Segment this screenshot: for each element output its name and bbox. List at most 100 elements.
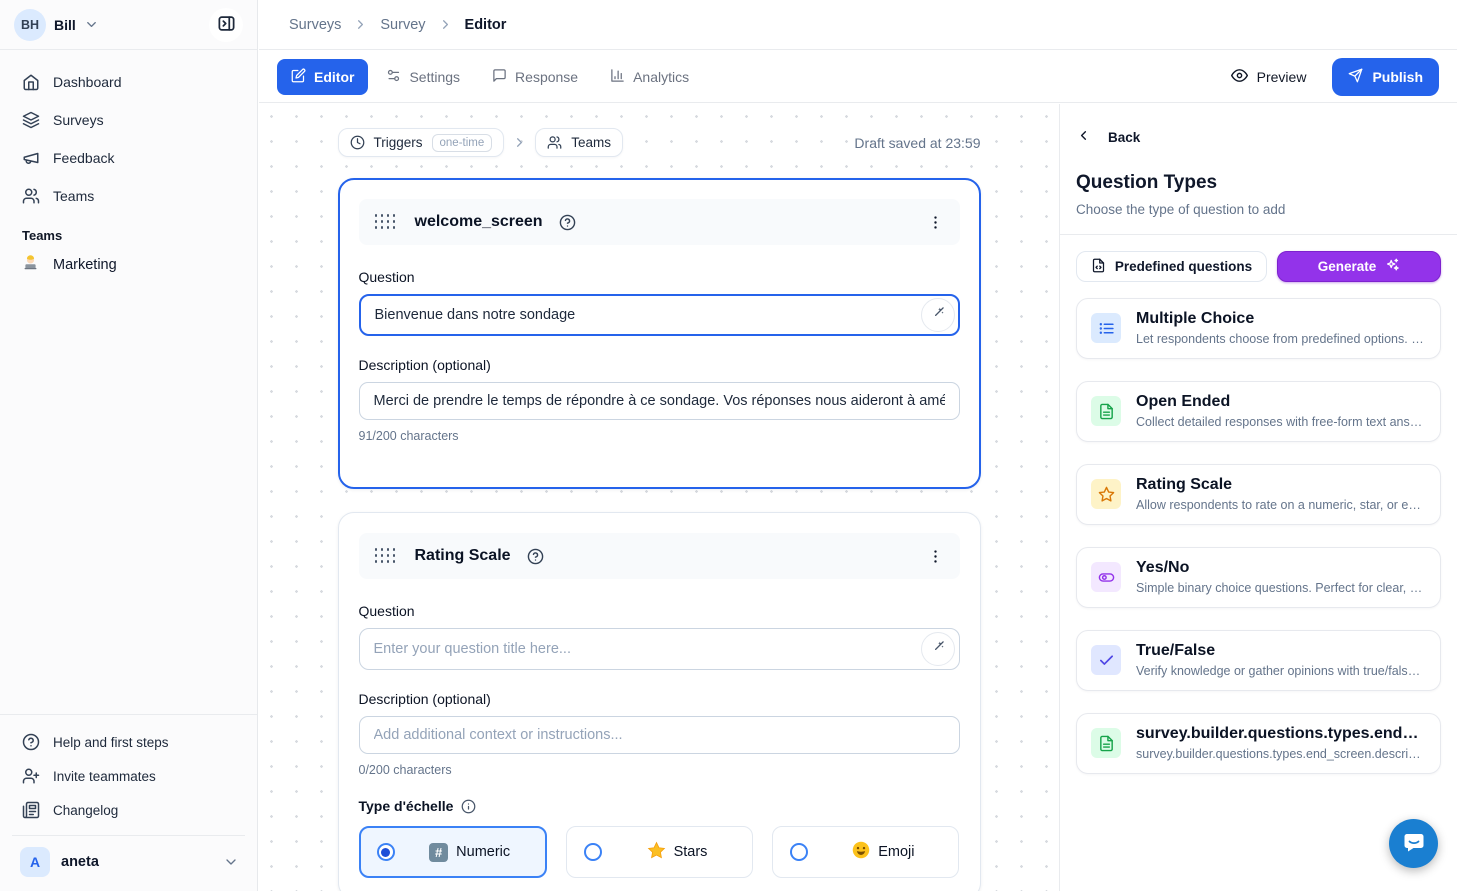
panel-title: Question Types [1076,172,1441,194]
toggle-icon [1091,562,1121,592]
survey-canvas: Triggers one-time Teams Draft saved at 2… [259,104,1059,891]
question-title-input[interactable] [359,294,960,336]
sidebar-item-feedback[interactable]: Feedback [12,142,245,174]
question-label: Question [359,269,960,285]
ai-rewrite-button[interactable] [921,632,955,666]
sidebar-item-surveys[interactable]: Surveys [12,104,245,136]
megaphone-icon [22,149,40,167]
tab-label: Settings [409,69,460,85]
panel-collapse-icon [217,14,236,36]
question-type-rating-scale[interactable]: Rating Scale Allow respondents to rate o… [1076,464,1441,525]
breadcrumb: Surveys Survey Editor [259,0,1457,50]
description-label: Description (optional) [359,691,960,707]
sidebar-item-teams[interactable]: Teams [12,180,245,212]
scale-option-emoji[interactable]: Emoji [772,826,959,878]
help-circle-icon[interactable] [527,548,544,565]
question-type-multiple-choice[interactable]: Multiple Choice Let respondents choose f… [1076,298,1441,359]
sidebar-item-changelog[interactable]: Changelog [12,793,245,827]
question-type-yes-no[interactable]: Yes/No Simple binary choice questions. P… [1076,547,1441,608]
type-name: Rating Scale [1136,476,1426,494]
card-title: welcome_screen [415,213,543,231]
pencil-icon [291,68,306,86]
chat-launcher-button[interactable] [1389,819,1438,868]
layers-icon [22,111,40,129]
triggers-pill[interactable]: Triggers one-time [338,128,505,157]
type-description: Allow respondents to rate on a numeric, … [1136,498,1426,512]
radio-selected[interactable] [377,843,395,861]
file-code-icon [1091,258,1106,276]
breadcrumb-survey[interactable]: Survey [380,17,425,33]
user-menu[interactable]: A aneta [12,835,245,881]
star-emoji [647,841,666,864]
scale-option-label: Numeric [456,844,510,860]
breadcrumb-editor: Editor [465,17,507,33]
ai-rewrite-button[interactable] [921,298,955,332]
workspace-switcher[interactable]: BH Bill [14,9,99,41]
user-avatar: A [20,847,50,877]
drag-handle-icon[interactable] [373,546,399,566]
workspace-avatar: BH [14,9,46,41]
tab-response[interactable]: Response [478,59,592,95]
question-label: Question [359,603,960,619]
radio-unselected[interactable] [790,843,808,861]
scale-option-numeric[interactable]: # Numeric [359,826,547,878]
help-circle-icon[interactable] [559,214,576,231]
generate-button[interactable]: Generate [1277,251,1441,282]
question-card-rating-scale[interactable]: Rating Scale Question Description (optio… [338,512,981,891]
teams-pill[interactable]: Teams [535,128,623,157]
back-button[interactable]: Back [1076,122,1140,152]
sidebar-item-help[interactable]: Help and first steps [12,725,245,759]
type-name: Multiple Choice [1136,310,1426,328]
tab-analytics[interactable]: Analytics [596,59,703,95]
file-text-icon [1091,396,1121,426]
newspaper-icon [22,801,40,819]
tab-editor[interactable]: Editor [277,59,368,95]
publish-button[interactable]: Publish [1332,58,1439,96]
team-label: Marketing [53,257,117,273]
question-type-end-screen[interactable]: survey.builder.questions.types.end_scr..… [1076,713,1441,774]
trigger-type-badge: one-time [432,134,493,152]
scale-option-stars[interactable]: Stars [566,826,753,878]
workspace-name: Bill [54,17,76,33]
scale-type-label: Type d'échelle [359,798,454,814]
char-count: 91/200 characters [359,429,960,443]
tab-settings[interactable]: Settings [372,59,474,95]
question-card-welcome-screen[interactable]: welcome_screen Question Description (opt… [338,178,981,489]
sidebar-item-label: Dashboard [53,74,122,90]
drag-handle-icon[interactable] [373,212,399,232]
preview-label: Preview [1257,69,1307,85]
breadcrumb-surveys[interactable]: Surveys [289,17,341,33]
generate-label: Generate [1318,259,1377,274]
card-menu-icon[interactable] [925,546,946,567]
type-description: Collect detailed responses with free-for… [1136,415,1426,429]
radio-unselected[interactable] [584,843,602,861]
sidebar-item-dashboard[interactable]: Dashboard [12,66,245,98]
predefined-questions-button[interactable]: Predefined questions [1076,251,1267,282]
description-input[interactable] [359,716,960,754]
collapse-sidebar-button[interactable] [209,8,243,42]
sidebar-item-label: Teams [53,188,94,204]
list-icon [1091,313,1121,343]
footer-item-label: Help and first steps [53,735,169,750]
chevron-down-icon [223,854,239,870]
card-menu-icon[interactable] [925,212,946,233]
description-input[interactable] [359,382,960,420]
preview-button[interactable]: Preview [1225,66,1313,88]
type-name: Open Ended [1136,393,1426,411]
sidebar-item-invite[interactable]: Invite teammates [12,759,245,793]
predefined-label: Predefined questions [1115,259,1252,274]
footer-item-label: Invite teammates [53,769,156,784]
settings-icon [386,68,401,86]
question-type-true-false[interactable]: True/False Verify knowledge or gather op… [1076,630,1441,691]
home-icon [22,73,40,91]
panel-subtitle: Choose the type of question to add [1076,202,1441,217]
question-type-open-ended[interactable]: Open Ended Collect detailed responses wi… [1076,381,1441,442]
info-icon[interactable] [461,799,476,814]
smiley-emoji [852,841,870,863]
send-icon [1348,68,1363,86]
tab-label: Analytics [633,69,689,85]
card-title: Rating Scale [415,547,511,565]
sidebar-item-marketing[interactable]: Marketing [0,247,257,282]
user-name: aneta [61,854,99,870]
question-title-input[interactable] [359,628,960,670]
